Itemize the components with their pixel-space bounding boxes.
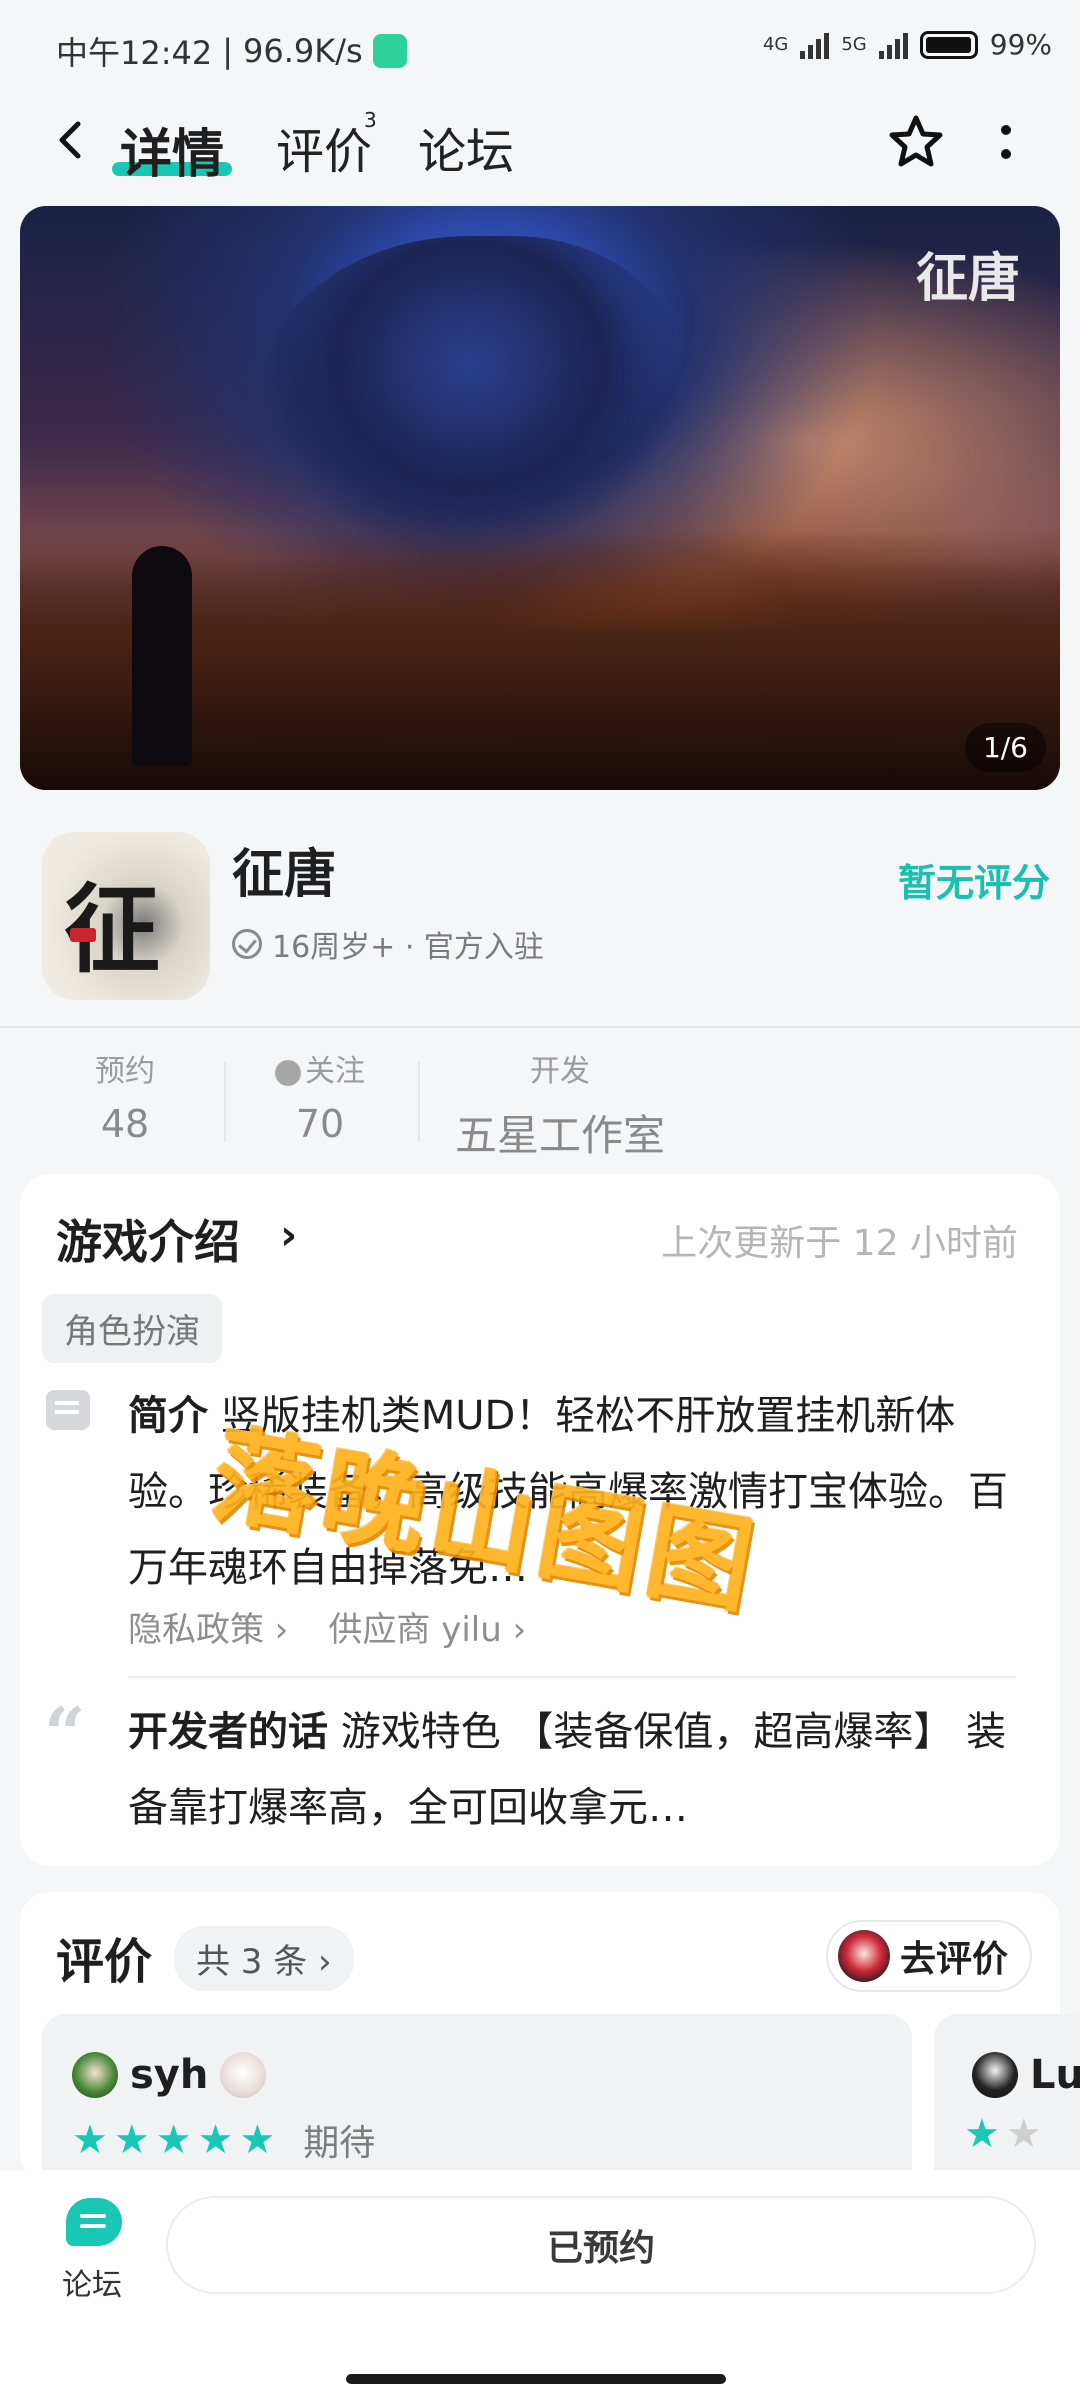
star-icon-empty: ★: [1005, 2111, 1042, 2157]
supplier-link[interactable]: 供应商 yilu ›: [328, 1602, 526, 1651]
summary-label: 简介: [128, 1393, 208, 1439]
battery-icon: [919, 30, 978, 59]
stat-developer[interactable]: 开发 五星工作室: [440, 1046, 680, 1163]
user-avatar: [837, 1930, 890, 1982]
review-user: Lu: [972, 2052, 1080, 2098]
stat-reservations: 预约 48: [60, 1046, 190, 1146]
stat-followers[interactable]: 关注 70: [250, 1046, 390, 1146]
write-review-label: 去评价: [899, 1939, 1008, 1980]
last-updated: 上次更新于 12 小时前: [661, 1223, 1018, 1264]
avatar: [72, 2052, 118, 2098]
app-notification-icon: [372, 34, 407, 68]
stat-value: 48: [100, 1102, 150, 1146]
review-stars: ★ ★ ★ ★ ★ 期待: [72, 2114, 375, 2166]
document-icon: [46, 1390, 90, 1430]
star-icon-filled: ★: [197, 2117, 234, 2163]
game-meta-text: 16周岁+ · 官方入驻: [272, 930, 544, 965]
status-right: 4G 5G 99%: [763, 28, 1052, 61]
privacy-policy-link[interactable]: 隐私政策 ›: [128, 1602, 288, 1651]
genre-tag[interactable]: 角色扮演: [42, 1294, 222, 1363]
banner-figure: [132, 546, 192, 766]
app-icon-seal: [70, 928, 96, 942]
banner-page-counter: 1/6: [964, 723, 1046, 772]
game-meta: 16周岁+ · 官方入驻: [232, 922, 544, 966]
stat-divider: [224, 1062, 226, 1142]
developer-words[interactable]: 开发者的话 游戏特色 【装备保值，超高爆率】 装备靠打爆率高，全可回收拿元…: [128, 1694, 1008, 1846]
intro-title[interactable]: 游戏介绍: [56, 1206, 240, 1272]
network-4g-label: 4G: [762, 34, 789, 55]
status-speed: 96.9K/s: [243, 32, 363, 70]
stat-divider: [418, 1062, 420, 1142]
dev-words-label: 开发者的话: [128, 1709, 328, 1755]
banner-dragon-art: [260, 236, 680, 556]
tab-reviews[interactable]: 评价: [276, 112, 372, 182]
status-time: 中午12:42: [56, 34, 213, 72]
intro-links: 隐私政策 › 供应商 yilu ›: [128, 1602, 526, 1651]
star-icon-filled: ★: [72, 2117, 108, 2163]
stat-value: 五星工作室: [454, 1111, 665, 1160]
network-5g-label: 5G: [841, 34, 867, 55]
stat-label: 预约: [95, 1054, 155, 1089]
verified-icon: [232, 929, 262, 959]
stat-value: 70: [295, 1102, 345, 1146]
app-icon-glyph: 征: [64, 873, 160, 986]
game-app-icon: 征: [42, 832, 210, 1000]
review-stars: ★ ★: [964, 2114, 1042, 2154]
user-badge-icon: [220, 2052, 267, 2098]
stat-label: 关注: [250, 1046, 390, 1090]
battery-level: 99%: [989, 28, 1052, 61]
back-icon[interactable]: [52, 120, 92, 160]
chevron-right-icon[interactable]: ›: [280, 1210, 297, 1259]
banner-game-logo: 征唐: [915, 248, 1020, 309]
star-icon-filled: ★: [964, 2111, 1000, 2157]
status-bar: 中午12:42 | 96.9K/s 4G 5G 99%: [0, 0, 1080, 100]
star-icon[interactable]: [886, 112, 946, 172]
review-tag: 期待: [303, 2123, 376, 2164]
signal-icon: [800, 31, 830, 59]
stat-label: 开发: [530, 1054, 590, 1089]
review-username: syh: [130, 2052, 209, 2098]
star-icon-filled: ★: [239, 2117, 276, 2163]
forum-label[interactable]: 论坛: [62, 2260, 122, 2304]
more-icon[interactable]: [992, 122, 1020, 164]
divider: [0, 1026, 1080, 1028]
reviews-title: 评价: [56, 1934, 153, 1990]
game-title: 征唐: [232, 845, 337, 905]
home-indicator[interactable]: [346, 2374, 726, 2384]
review-username: Lu: [1030, 2052, 1080, 2098]
reserved-button[interactable]: 已预约: [166, 2196, 1036, 2294]
avatar: [972, 2052, 1018, 2098]
tab-forum[interactable]: 论坛: [418, 112, 514, 182]
star-icon-filled: ★: [113, 2117, 150, 2163]
tab-details[interactable]: 详情: [120, 112, 224, 187]
status-left: 中午12:42 | 96.9K/s: [56, 28, 407, 74]
signal-icon-2: [878, 31, 908, 59]
status-separator: |: [222, 32, 234, 70]
reviews-count-button[interactable]: 共 3 条 ›: [174, 1926, 354, 1991]
quote-icon: “: [44, 1691, 86, 1776]
review-user: syh: [72, 2052, 267, 2098]
hero-banner[interactable]: 征唐 1/6: [20, 206, 1060, 790]
tab-reviews-count: 3: [364, 108, 377, 132]
heart-icon: [275, 1059, 301, 1086]
write-review-button[interactable]: 去评价: [825, 1920, 1032, 1992]
rating-status: 暂无评分: [897, 861, 1050, 905]
star-icon-filled: ★: [155, 2117, 192, 2163]
divider: [128, 1676, 1016, 1678]
forum-icon[interactable]: [66, 2198, 122, 2246]
